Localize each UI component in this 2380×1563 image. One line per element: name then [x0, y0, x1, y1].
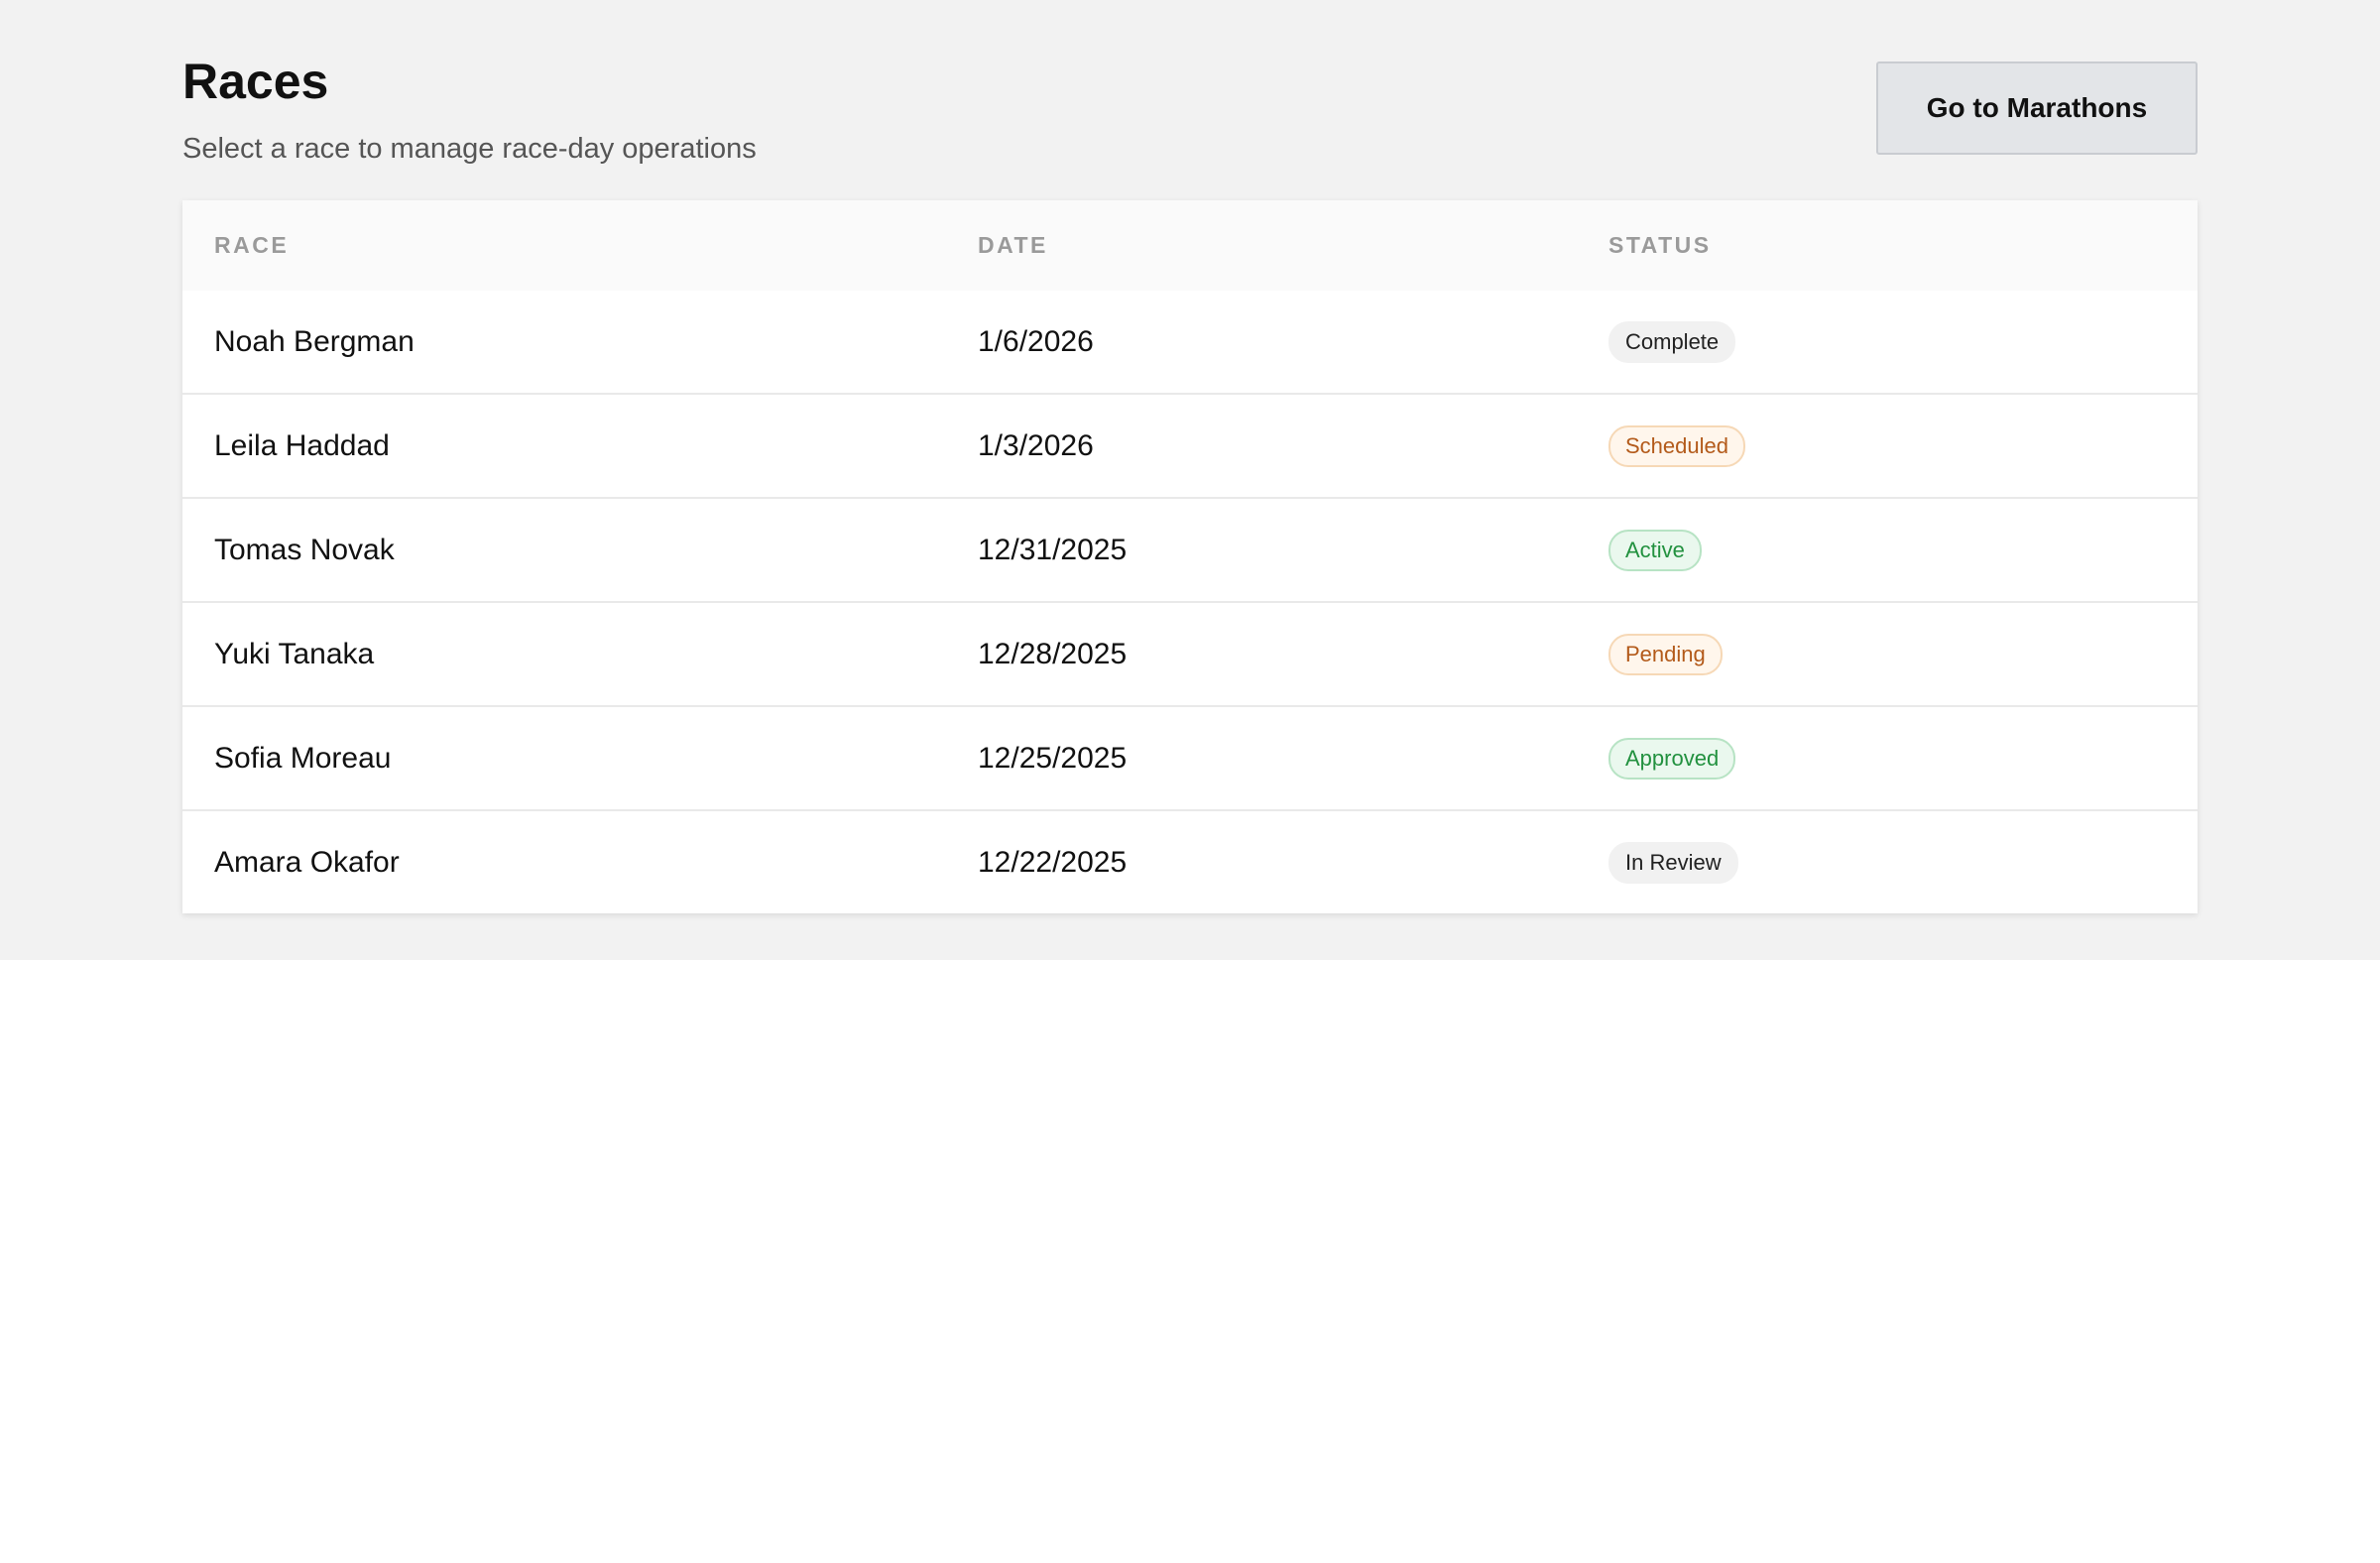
table-row[interactable]: Sofia Moreau 12/25/2025 Approved — [182, 705, 2198, 810]
table-row[interactable]: Amara Okafor 12/22/2025 In Review — [182, 809, 2198, 913]
races-page: Races Select a race to manage race-day o… — [182, 0, 2198, 913]
race-date-cell: 12/31/2025 — [946, 497, 1577, 602]
table-row[interactable]: Yuki Tanaka 12/28/2025 Pending — [182, 601, 2198, 706]
status-badge: Approved — [1608, 737, 1736, 780]
status-cell: Active — [1577, 497, 2198, 602]
race-name-cell: Noah Bergman — [214, 324, 415, 358]
column-header-status[interactable]: STATUS — [1577, 200, 2198, 291]
table-header: RACE DATE STATUS — [182, 200, 2198, 291]
page-title: Races — [182, 54, 329, 109]
race-name-cell: Amara Okafor — [182, 809, 946, 913]
race-name-cell: Tomas Novak — [182, 497, 946, 602]
table-row[interactable]: Leila Haddad 1/3/2026 Scheduled — [182, 393, 2198, 498]
races-table: RACE DATE STATUS Noah Bergman 1/6/2026 C… — [182, 200, 2198, 913]
go-to-marathons-button[interactable]: Go to Marathons — [1876, 61, 2198, 155]
status-badge: Pending — [1608, 633, 1723, 675]
race-date-cell: 12/28/2025 — [946, 601, 1577, 706]
races-table-card: RACE DATE STATUS Noah Bergman 1/6/2026 C… — [182, 200, 2198, 913]
page-subtitle: Select a race to manage race-day operati… — [182, 133, 757, 165]
status-cell: Scheduled — [1577, 393, 2198, 498]
race-date-cell: 1/6/2026 — [978, 324, 1094, 358]
page-header: Races Select a race to manage race-day o… — [182, 0, 2198, 200]
status-badge: Active — [1608, 529, 1702, 571]
status-badge: In Review — [1608, 841, 1738, 884]
race-date-cell: 12/22/2025 — [946, 809, 1577, 913]
table-body: Noah Bergman 1/6/2026 Complete Leila Had… — [182, 291, 2198, 913]
column-header-date[interactable]: DATE — [946, 200, 1577, 291]
race-name-cell: Sofia Moreau — [182, 705, 946, 810]
table-header-row: RACE DATE STATUS — [182, 200, 2198, 291]
status-badge: Complete — [1608, 320, 1736, 363]
table-row[interactable]: Noah Bergman 1/6/2026 Complete — [182, 291, 2198, 394]
status-badge: Scheduled — [1608, 424, 1745, 467]
race-date-cell: 12/25/2025 — [946, 705, 1577, 810]
table-row[interactable]: Tomas Novak 12/31/2025 Active — [182, 497, 2198, 602]
status-cell: Pending — [1577, 601, 2198, 706]
race-date-cell: 1/3/2026 — [946, 393, 1577, 498]
column-header-race[interactable]: RACE — [182, 200, 946, 291]
status-cell: In Review — [1577, 809, 2198, 913]
status-cell: Complete — [1577, 291, 2198, 394]
status-cell: Approved — [1577, 705, 2198, 810]
race-name-cell: Yuki Tanaka — [182, 601, 946, 706]
race-name-cell: Leila Haddad — [182, 393, 946, 498]
